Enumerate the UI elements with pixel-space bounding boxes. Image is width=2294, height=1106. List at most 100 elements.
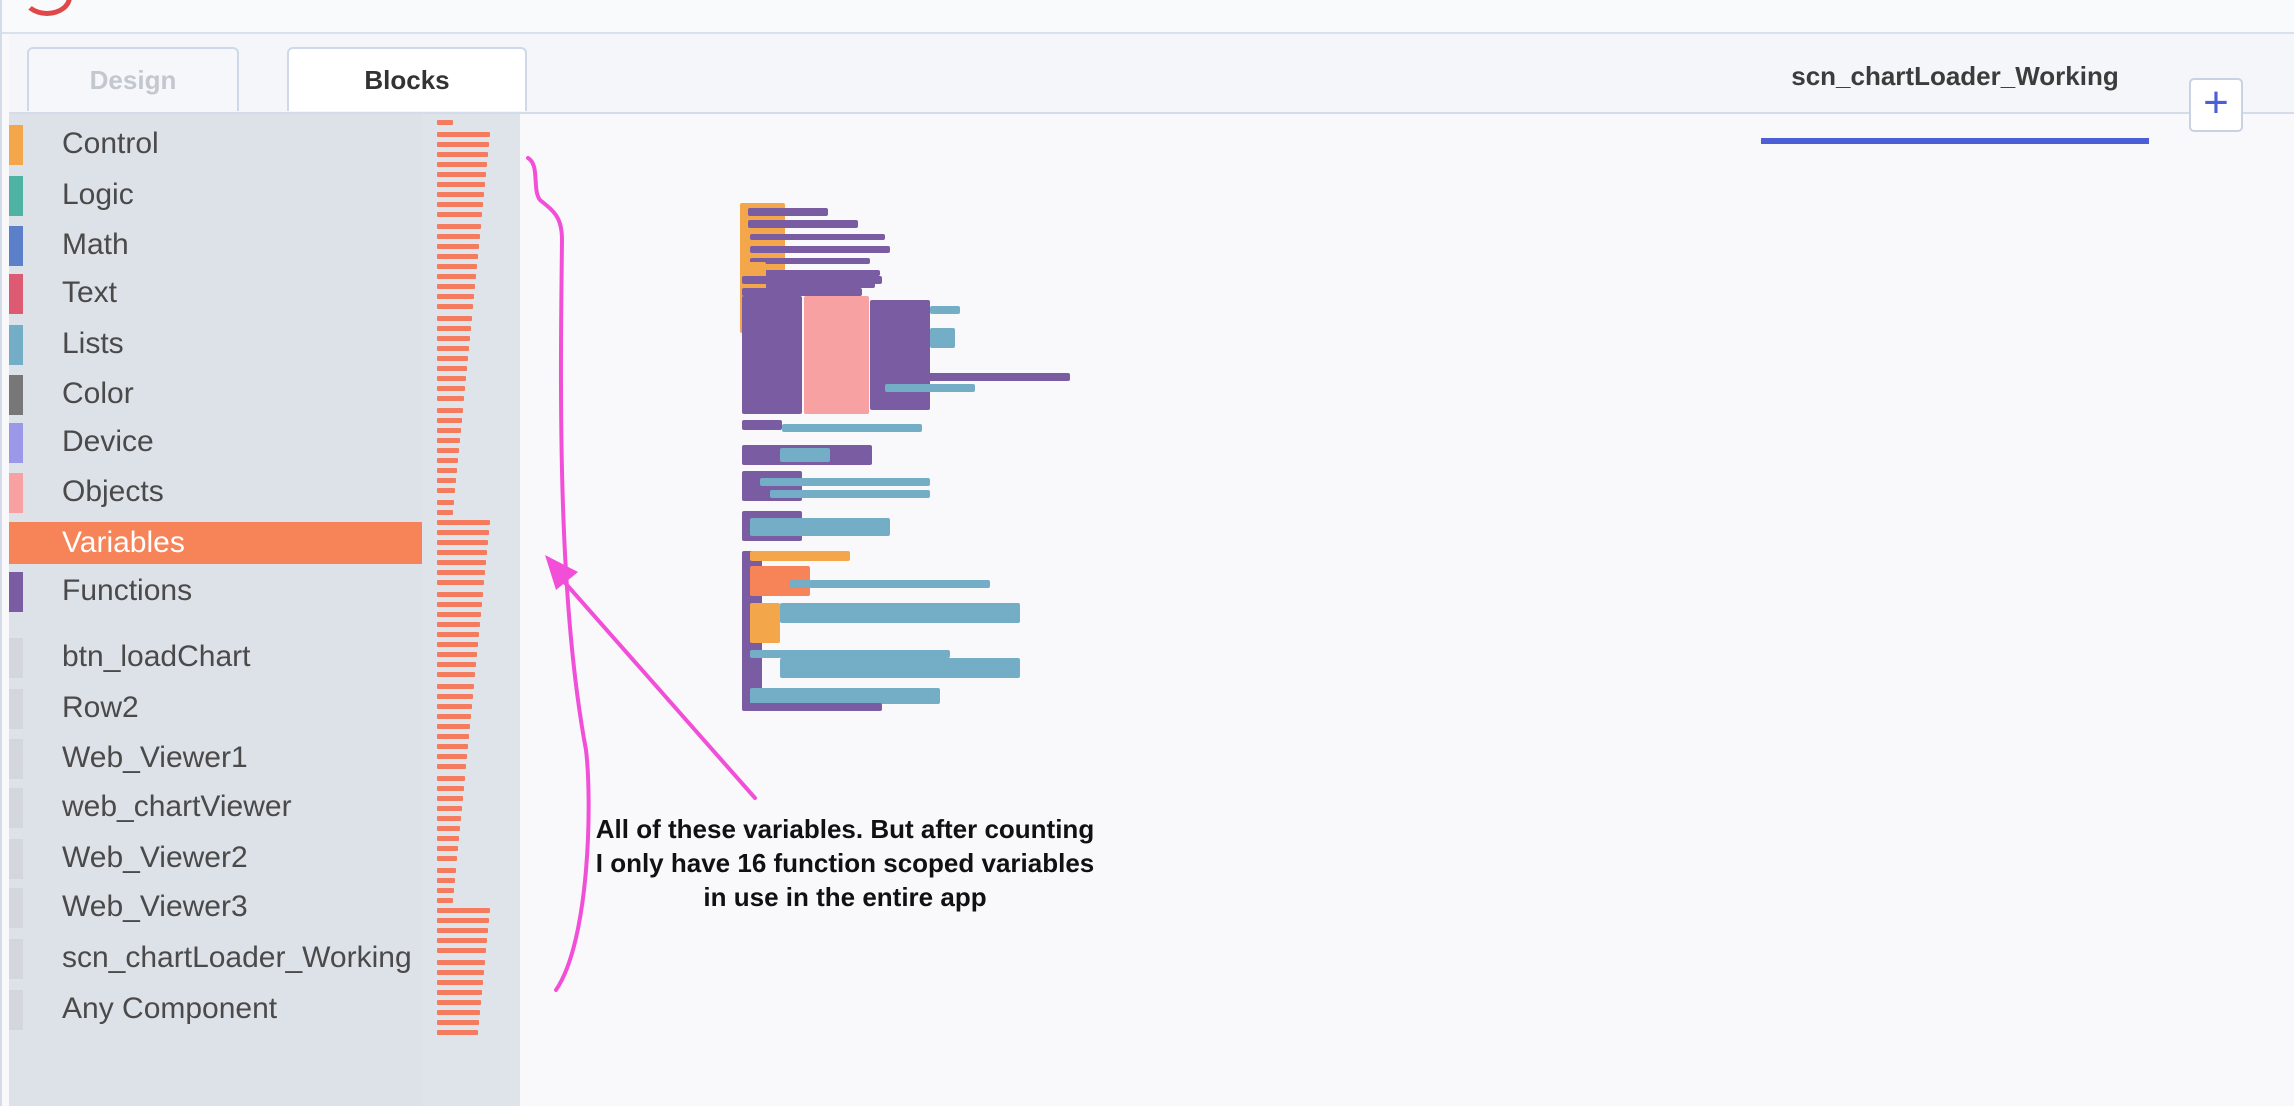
- flyout-variable-block[interactable]: [437, 622, 480, 627]
- flyout-variable-block[interactable]: [437, 878, 455, 883]
- flyout-variable-block[interactable]: [437, 336, 470, 341]
- flyout-variable-block[interactable]: [437, 632, 479, 637]
- flyout-variable-block[interactable]: [437, 908, 490, 913]
- flyout-variable-block[interactable]: [437, 294, 474, 299]
- flyout-variable-block[interactable]: [437, 520, 490, 525]
- workspace-code-block[interactable]: [750, 246, 890, 253]
- flyout-variable-block[interactable]: [437, 428, 461, 433]
- workspace-block-stack[interactable]: [740, 198, 1070, 718]
- flyout-variable-block[interactable]: [437, 734, 469, 739]
- workspace-code-block[interactable]: [750, 688, 940, 704]
- category-variables[interactable]: Variables: [9, 522, 422, 564]
- flyout-variable-block[interactable]: [437, 948, 486, 953]
- flyout-variable-block[interactable]: [437, 724, 470, 729]
- workspace-code-block[interactable]: [780, 603, 1020, 623]
- flyout-variable-block[interactable]: [437, 786, 464, 791]
- flyout-variable-block[interactable]: [437, 202, 483, 207]
- flyout-variable-block[interactable]: [437, 642, 478, 647]
- workspace-code-block[interactable]: [748, 220, 858, 228]
- component-btn-loadchart[interactable]: btn_loadChart: [9, 632, 422, 680]
- flyout-variable-block[interactable]: [437, 326, 471, 331]
- workspace-code-block[interactable]: [870, 373, 1070, 381]
- workspace-code-block[interactable]: [780, 448, 830, 462]
- flyout-variable-block[interactable]: [437, 980, 483, 985]
- flyout-variable-block[interactable]: [437, 918, 489, 923]
- flyout-variable-block[interactable]: [437, 356, 468, 361]
- flyout-variable-block[interactable]: [437, 662, 476, 667]
- flyout-variable-block[interactable]: [437, 580, 484, 585]
- flyout-variable-block[interactable]: [437, 376, 466, 381]
- flyout-variable-block[interactable]: [437, 182, 485, 187]
- flyout-variable-block[interactable]: [437, 1010, 480, 1015]
- flyout-variable-block[interactable]: [437, 970, 484, 975]
- category-color[interactable]: Color: [9, 369, 422, 417]
- flyout-variable-block[interactable]: [437, 990, 482, 995]
- flyout-variable-block[interactable]: [437, 488, 455, 493]
- flyout-variable-block[interactable]: [437, 714, 471, 719]
- flyout-variable-block[interactable]: [437, 172, 486, 177]
- workspace-code-block[interactable]: [870, 300, 930, 410]
- flyout-variable-block[interactable]: [437, 386, 465, 391]
- flyout-variable-block[interactable]: [437, 540, 488, 545]
- flyout-variable-block[interactable]: [437, 264, 477, 269]
- flyout-variable-block[interactable]: [437, 530, 489, 535]
- flyout-variable-block[interactable]: [437, 938, 487, 943]
- tab-design[interactable]: Design: [27, 47, 239, 111]
- flyout-variable-block[interactable]: [437, 448, 459, 453]
- flyout-variable-block[interactable]: [437, 152, 488, 157]
- flyout-variable-block[interactable]: [437, 500, 454, 505]
- flyout-variable-block[interactable]: [437, 254, 478, 259]
- flyout-variable-block[interactable]: [437, 744, 468, 749]
- variables-flyout[interactable]: [422, 114, 520, 1106]
- flyout-variable-block[interactable]: [437, 1000, 481, 1005]
- flyout-variable-block[interactable]: [437, 684, 474, 689]
- flyout-variable-block[interactable]: [437, 120, 453, 125]
- workspace-code-block[interactable]: [750, 650, 950, 658]
- flyout-variable-block[interactable]: [437, 694, 473, 699]
- workspace-code-block[interactable]: [742, 420, 782, 430]
- flyout-variable-block[interactable]: [437, 806, 462, 811]
- category-text[interactable]: Text: [9, 268, 422, 316]
- flyout-variable-block[interactable]: [437, 764, 466, 769]
- add-screen-button[interactable]: +: [2189, 78, 2243, 132]
- flyout-variable-block[interactable]: [437, 602, 482, 607]
- flyout-variable-block[interactable]: [437, 438, 460, 443]
- workspace-code-block[interactable]: [742, 276, 882, 284]
- flyout-variable-block[interactable]: [437, 570, 485, 575]
- workspace-code-block[interactable]: [930, 306, 960, 314]
- component-web-chartviewer[interactable]: web_chartViewer: [9, 782, 422, 830]
- flyout-variable-block[interactable]: [437, 826, 460, 831]
- flyout-variable-block[interactable]: [437, 408, 463, 413]
- flyout-variable-block[interactable]: [437, 192, 484, 197]
- workspace-code-block[interactable]: [742, 703, 882, 711]
- flyout-variable-block[interactable]: [437, 418, 462, 423]
- flyout-variable-block[interactable]: [437, 316, 472, 321]
- category-functions[interactable]: Functions: [9, 566, 422, 614]
- flyout-variable-block[interactable]: [437, 592, 483, 597]
- workspace-code-block[interactable]: [782, 424, 922, 432]
- workspace-code-block[interactable]: [750, 234, 885, 240]
- component-web-viewer1[interactable]: Web_Viewer1: [9, 733, 422, 781]
- workspace-code-block[interactable]: [750, 258, 870, 264]
- flyout-variable-block[interactable]: [437, 550, 487, 555]
- category-control[interactable]: Control: [9, 119, 422, 167]
- flyout-variable-block[interactable]: [437, 458, 458, 463]
- flyout-variable-block[interactable]: [437, 888, 454, 893]
- flyout-variable-block[interactable]: [437, 162, 487, 167]
- flyout-variable-block[interactable]: [437, 898, 453, 903]
- flyout-variable-block[interactable]: [437, 1030, 478, 1035]
- workspace-code-block[interactable]: [804, 296, 869, 414]
- component-row2[interactable]: Row2: [9, 683, 422, 731]
- flyout-variable-block[interactable]: [437, 396, 464, 401]
- flyout-variable-block[interactable]: [437, 816, 461, 821]
- flyout-variable-block[interactable]: [437, 234, 480, 239]
- flyout-variable-block[interactable]: [437, 796, 463, 801]
- flyout-variable-block[interactable]: [437, 560, 486, 565]
- workspace-code-block[interactable]: [885, 384, 975, 392]
- category-lists[interactable]: Lists: [9, 319, 422, 367]
- component-web-viewer2[interactable]: Web_Viewer2: [9, 833, 422, 881]
- workspace-code-block[interactable]: [750, 551, 850, 561]
- workspace-code-block[interactable]: [750, 603, 780, 643]
- component-any-component[interactable]: Any Component: [9, 984, 422, 1032]
- flyout-variable-block[interactable]: [437, 928, 488, 933]
